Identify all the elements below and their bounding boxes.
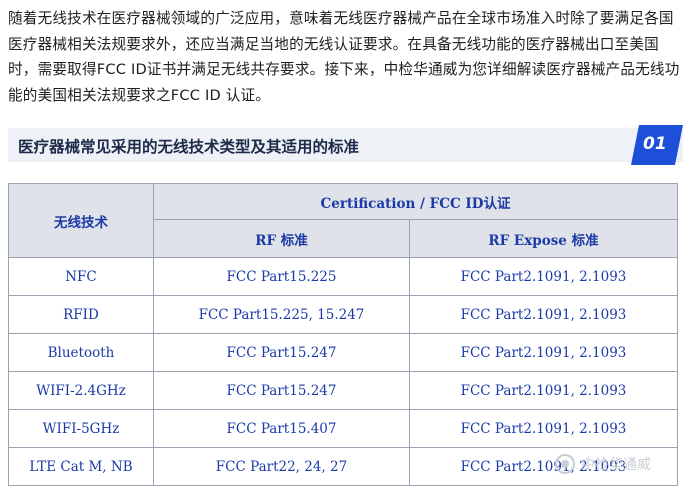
wechat-icon [555,454,575,474]
cell-expose: FCC Part2.1091, 2.1093 [409,257,678,296]
section-title: 医疗器械常见采用的无线技术类型及其适用的标准 [18,138,360,156]
section-number-badge: 01 [631,125,683,165]
intro-paragraph: 随着无线技术在医疗器械领域的广泛应用，意味着无线医疗器械产品在全球市场准入时除了… [8,10,680,104]
watermark: 中检华通威 [555,452,651,476]
cell-rf: FCC Part22, 24, 27 [153,447,410,486]
cell-rf: FCC Part15.407 [153,409,410,448]
cell-expose: FCC Part2.1091, 2.1093 [409,333,678,372]
cell-tech: NFC [8,257,154,296]
cell-tech: LTE Cat M, NB [8,447,154,486]
cell-tech: RFID [8,295,154,334]
cell-expose: FCC Part2.1091, 2.1093 [409,409,678,448]
cell-tech: WIFI-2.4GHz [8,371,154,410]
header-tech: 无线技术 [8,183,154,258]
table-row: NFC FCC Part15.225 FCC Part2.1091, 2.109… [8,257,678,296]
watermark-text: 中检华通威 [581,457,651,473]
section-header: 医疗器械常见采用的无线技术类型及其适用的标准 01 [8,125,683,165]
cell-rf: FCC Part15.247 [153,371,410,410]
header-rf: RF 标准 [153,219,410,258]
cell-expose: FCC Part2.1091, 2.1093 [409,371,678,410]
table-row: WIFI-5GHz FCC Part15.407 FCC Part2.1091,… [8,409,678,448]
cell-tech: Bluetooth [8,333,154,372]
cell-rf: FCC Part15.225 [153,257,410,296]
table-row: RFID FCC Part15.225, 15.247 FCC Part2.10… [8,295,678,334]
cell-tech: WIFI-5GHz [8,409,154,448]
header-certification: Certification / FCC ID认证 [153,183,678,220]
cell-rf: FCC Part15.225, 15.247 [153,295,410,334]
header-rf-expose: RF Expose 标准 [409,219,678,258]
cell-expose: FCC Part2.1091, 2.1093 [409,295,678,334]
wireless-standards-table: 无线技术 Certification / FCC ID认证 RF 标准 RF E… [8,183,678,486]
table-row: Bluetooth FCC Part15.247 FCC Part2.1091,… [8,333,678,372]
cell-rf: FCC Part15.247 [153,333,410,372]
table-row: WIFI-2.4GHz FCC Part15.247 FCC Part2.109… [8,371,678,410]
section-number: 01 [643,134,667,154]
